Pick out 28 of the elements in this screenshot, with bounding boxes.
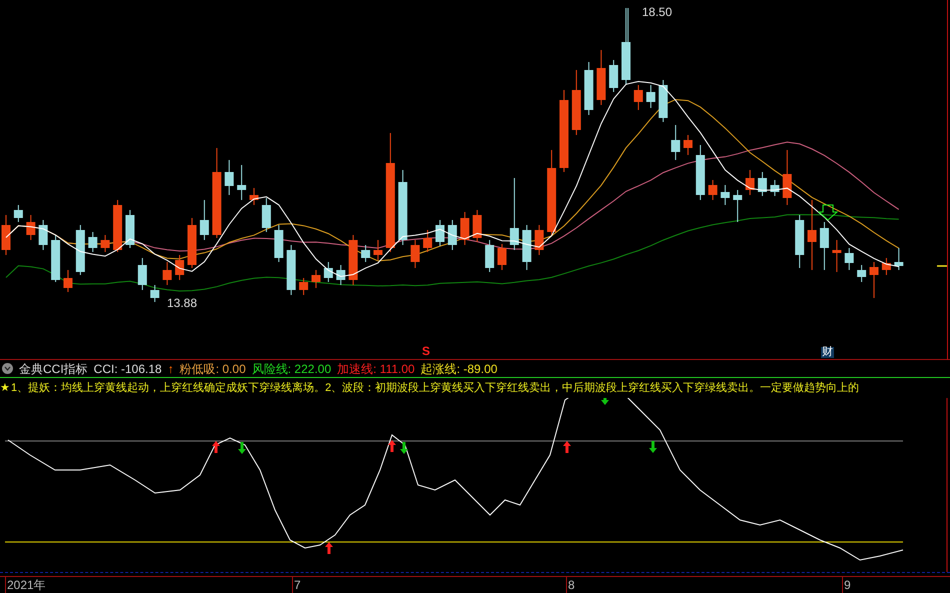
finance-badge: 财 [821, 347, 834, 358]
indicator-readout: CCI: -106.18 [94, 360, 162, 378]
indicator-readout: 起涨线: -89.00 [420, 360, 498, 378]
indicator-readout: 加速线: 111.00 [337, 360, 415, 378]
indicator-description: 1、提妖：均线上穿黄线起动，上穿红线确定成妖下穿绿线离场。2、波段：初期波段上穿黄线买入下穿红线卖出，中后期波段上穿红线买入下穿绿线卖出。一定要做趋势向上的 [11, 380, 860, 396]
signal-marker: S [422, 345, 430, 357]
up-arrow-icon [325, 542, 333, 554]
down-arrow-icon [601, 398, 609, 405]
up-arrow-icon [563, 441, 571, 453]
up-arrow-icon [388, 440, 396, 452]
down-arrow-icon [400, 442, 408, 454]
time-axis-label: 9 [842, 577, 851, 593]
indicator-title: 金典CCI指标 [19, 360, 88, 378]
high-price-label: 18.50 [642, 4, 672, 21]
star-icon: ★ [0, 380, 10, 396]
time-axis-label: 8 [566, 577, 575, 593]
down-arrow-icon [818, 204, 838, 221]
indicator-readout: 风险线: 222.00 [252, 360, 332, 378]
price-level-mark [937, 265, 947, 267]
down-arrow-icon [649, 441, 657, 453]
time-axis-label: 7 [292, 577, 301, 593]
indicator-readout: ↑ [168, 360, 174, 378]
collapse-icon[interactable] [2, 363, 13, 374]
time-axis-label: 2021年 [5, 577, 46, 593]
up-arrow-icon [212, 441, 220, 453]
indicator-readout: 粉低吸: 0.00 [180, 360, 246, 378]
down-arrow-icon [238, 442, 246, 454]
low-price-label: 13.88 [167, 295, 198, 312]
